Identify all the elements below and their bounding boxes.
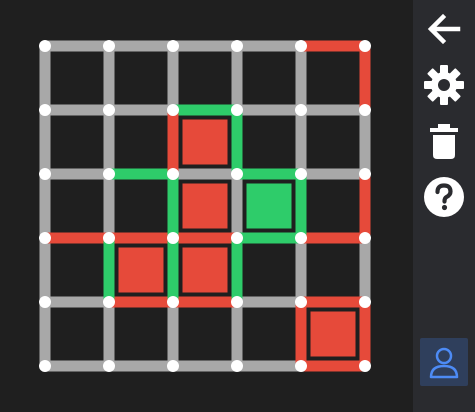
delete-button[interactable] — [420, 117, 468, 165]
profile-button[interactable] — [420, 338, 468, 386]
grid-node-2-4[interactable] — [295, 168, 307, 180]
grid-node-2-5[interactable] — [359, 168, 371, 180]
grid-node-0-1[interactable] — [103, 40, 115, 52]
grid-node-4-1[interactable] — [103, 296, 115, 308]
grid-node-0-2[interactable] — [167, 40, 179, 52]
grid-node-2-0[interactable] — [39, 168, 51, 180]
trash-icon — [430, 124, 458, 159]
grid-cell-1-2[interactable] — [179, 116, 231, 168]
cell-fill — [307, 308, 359, 360]
help-button[interactable] — [420, 173, 468, 221]
grid-node-5-1[interactable] — [103, 360, 115, 372]
grid-node-2-1[interactable] — [103, 168, 115, 180]
user-icon — [429, 347, 459, 379]
grid-node-3-5[interactable] — [359, 232, 371, 244]
grid-node-2-2[interactable] — [167, 168, 179, 180]
cell-fill — [179, 116, 231, 168]
cell-fill — [243, 180, 295, 232]
puzzle-board[interactable] — [0, 0, 413, 412]
grid-node-1-2[interactable] — [167, 104, 179, 116]
grid-cell-2-2[interactable] — [179, 180, 231, 232]
gear-icon — [424, 65, 464, 105]
cell-fill — [179, 244, 231, 296]
grid-node-1-1[interactable] — [103, 104, 115, 116]
grid-node-4-3[interactable] — [231, 296, 243, 308]
cell-fill — [179, 180, 231, 232]
grid-node-1-3[interactable] — [231, 104, 243, 116]
grid-cell-2-3[interactable] — [243, 180, 295, 232]
question-icon — [424, 177, 464, 217]
grid-node-1-4[interactable] — [295, 104, 307, 116]
grid-node-0-4[interactable] — [295, 40, 307, 52]
grid-node-5-2[interactable] — [167, 360, 179, 372]
grid-node-0-5[interactable] — [359, 40, 371, 52]
grid-node-3-0[interactable] — [39, 232, 51, 244]
app-root — [0, 0, 475, 412]
grid-node-5-3[interactable] — [231, 360, 243, 372]
grid-node-3-3[interactable] — [231, 232, 243, 244]
puzzle-grid[interactable] — [0, 0, 413, 412]
cell-fill — [115, 244, 167, 296]
grid-node-5-5[interactable] — [359, 360, 371, 372]
grid-cell-3-1[interactable] — [115, 244, 167, 296]
grid-node-1-0[interactable] — [39, 104, 51, 116]
grid-node-0-3[interactable] — [231, 40, 243, 52]
grid-node-4-4[interactable] — [295, 296, 307, 308]
grid-node-3-2[interactable] — [167, 232, 179, 244]
grid-node-2-3[interactable] — [231, 168, 243, 180]
grid-node-4-2[interactable] — [167, 296, 179, 308]
grid-node-3-4[interactable] — [295, 232, 307, 244]
grid-node-5-0[interactable] — [39, 360, 51, 372]
settings-button[interactable] — [420, 61, 468, 109]
grid-node-0-0[interactable] — [39, 40, 51, 52]
grid-node-4-5[interactable] — [359, 296, 371, 308]
back-button[interactable] — [420, 5, 468, 53]
grid-node-4-0[interactable] — [39, 296, 51, 308]
sidebar — [413, 0, 475, 412]
arrow-left-icon — [427, 13, 461, 45]
grid-cell-3-2[interactable] — [179, 244, 231, 296]
grid-node-1-5[interactable] — [359, 104, 371, 116]
grid-cell-4-4[interactable] — [307, 308, 359, 360]
grid-node-3-1[interactable] — [103, 232, 115, 244]
grid-node-5-4[interactable] — [295, 360, 307, 372]
